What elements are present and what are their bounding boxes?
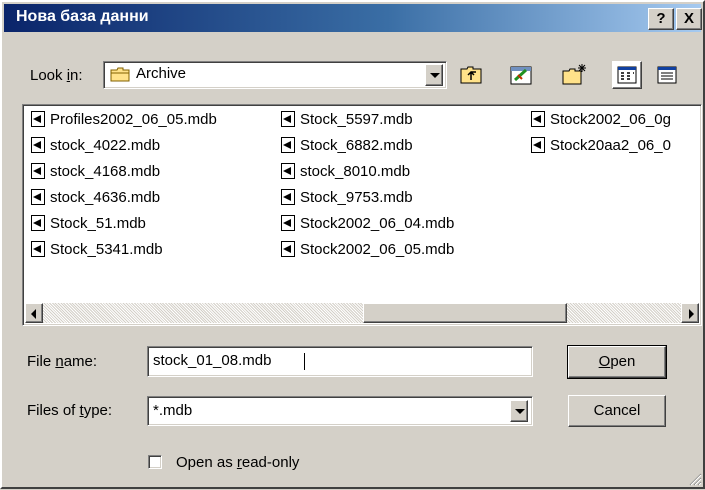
list-item[interactable]: stock_4022.mdb (31, 135, 160, 159)
look-in-dropdown-button[interactable] (425, 64, 443, 86)
window-title: Нова база данни (16, 8, 149, 25)
create-new-folder-icon (562, 64, 586, 85)
file-list[interactable]: Profiles2002_06_05.mdb stock_4022.mdb st… (22, 104, 702, 326)
favorites-icon (510, 66, 532, 85)
file-name-field[interactable]: stock_01_08.mdb (147, 346, 533, 377)
chevron-down-icon (515, 409, 525, 414)
help-button[interactable]: ? (648, 8, 674, 30)
file-type-dropdown-button[interactable] (510, 400, 528, 422)
access-database-icon (281, 215, 295, 231)
create-new-folder-button[interactable] (559, 61, 589, 89)
chevron-down-icon (430, 73, 440, 78)
file-type-label: Files of type: (27, 402, 113, 419)
open-button[interactable]: Open (567, 345, 667, 379)
scroll-right-button[interactable] (681, 303, 699, 323)
horizontal-scrollbar[interactable] (25, 303, 699, 323)
up-one-level-icon (460, 66, 482, 84)
access-database-icon (31, 137, 45, 153)
file-type-dropdown[interactable]: *.mdb (147, 396, 533, 426)
access-database-icon (281, 137, 295, 153)
access-database-icon (281, 189, 295, 205)
access-database-icon (531, 137, 545, 153)
access-database-icon (31, 241, 45, 257)
read-only-checkbox[interactable] (148, 455, 162, 469)
file-type-value: *.mdb (153, 402, 193, 419)
favorites-button[interactable] (506, 61, 536, 89)
list-item[interactable]: stock_4168.mdb (31, 161, 160, 185)
file-name-label: File name: (27, 353, 98, 370)
list-item[interactable]: Stock_5341.mdb (31, 239, 163, 263)
access-database-icon (281, 111, 295, 127)
access-database-icon (31, 163, 45, 179)
access-database-icon (31, 215, 45, 231)
list-item[interactable]: Stock_5597.mdb (281, 109, 413, 133)
arrow-left-icon (31, 309, 36, 319)
access-database-icon (281, 163, 295, 179)
list-item[interactable]: Stock_51.mdb (31, 213, 146, 237)
access-database-icon (31, 189, 45, 205)
list-item[interactable]: stock_4636.mdb (31, 187, 160, 211)
text-caret (304, 353, 305, 370)
up-one-level-button[interactable] (456, 61, 486, 89)
arrow-right-icon (689, 309, 694, 319)
close-icon: X (683, 10, 694, 27)
list-item[interactable]: Stock2002_06_0g (531, 109, 671, 133)
help-icon: ? (656, 10, 666, 27)
scroll-left-button[interactable] (25, 303, 43, 323)
list-item[interactable]: Stock2002_06_04.mdb (281, 213, 454, 237)
resize-grip-icon (689, 473, 702, 486)
look-in-label: Look in: (30, 67, 83, 84)
look-in-value: Archive (136, 65, 187, 82)
scrollbar-thumb[interactable] (363, 303, 567, 323)
access-database-icon (31, 111, 45, 127)
details-view-icon (657, 66, 677, 84)
list-view-button[interactable] (612, 61, 642, 89)
list-item[interactable]: Stock20aa2_06_0 (531, 135, 671, 159)
list-item[interactable]: Stock_6882.mdb (281, 135, 413, 159)
list-item[interactable]: stock_8010.mdb (281, 161, 410, 185)
list-item[interactable]: Stock_9753.mdb (281, 187, 413, 211)
title-bar[interactable]: Нова база данни ? X (4, 4, 702, 32)
details-view-button[interactable] (652, 61, 682, 89)
list-view-icon (617, 66, 637, 84)
list-item[interactable]: Stock2002_06_05.mdb (281, 239, 454, 263)
look-in-dropdown[interactable]: Archive (103, 61, 447, 89)
resize-grip[interactable] (688, 472, 702, 486)
close-button[interactable]: X (676, 8, 702, 30)
list-item[interactable]: Profiles2002_06_05.mdb (31, 109, 217, 133)
access-database-icon (281, 241, 295, 257)
cancel-button[interactable]: Cancel (568, 395, 666, 427)
access-database-icon (531, 111, 545, 127)
read-only-label[interactable]: Open as read-only (176, 454, 299, 471)
folder-icon (110, 67, 130, 82)
file-name-value: stock_01_08.mdb (153, 352, 272, 369)
